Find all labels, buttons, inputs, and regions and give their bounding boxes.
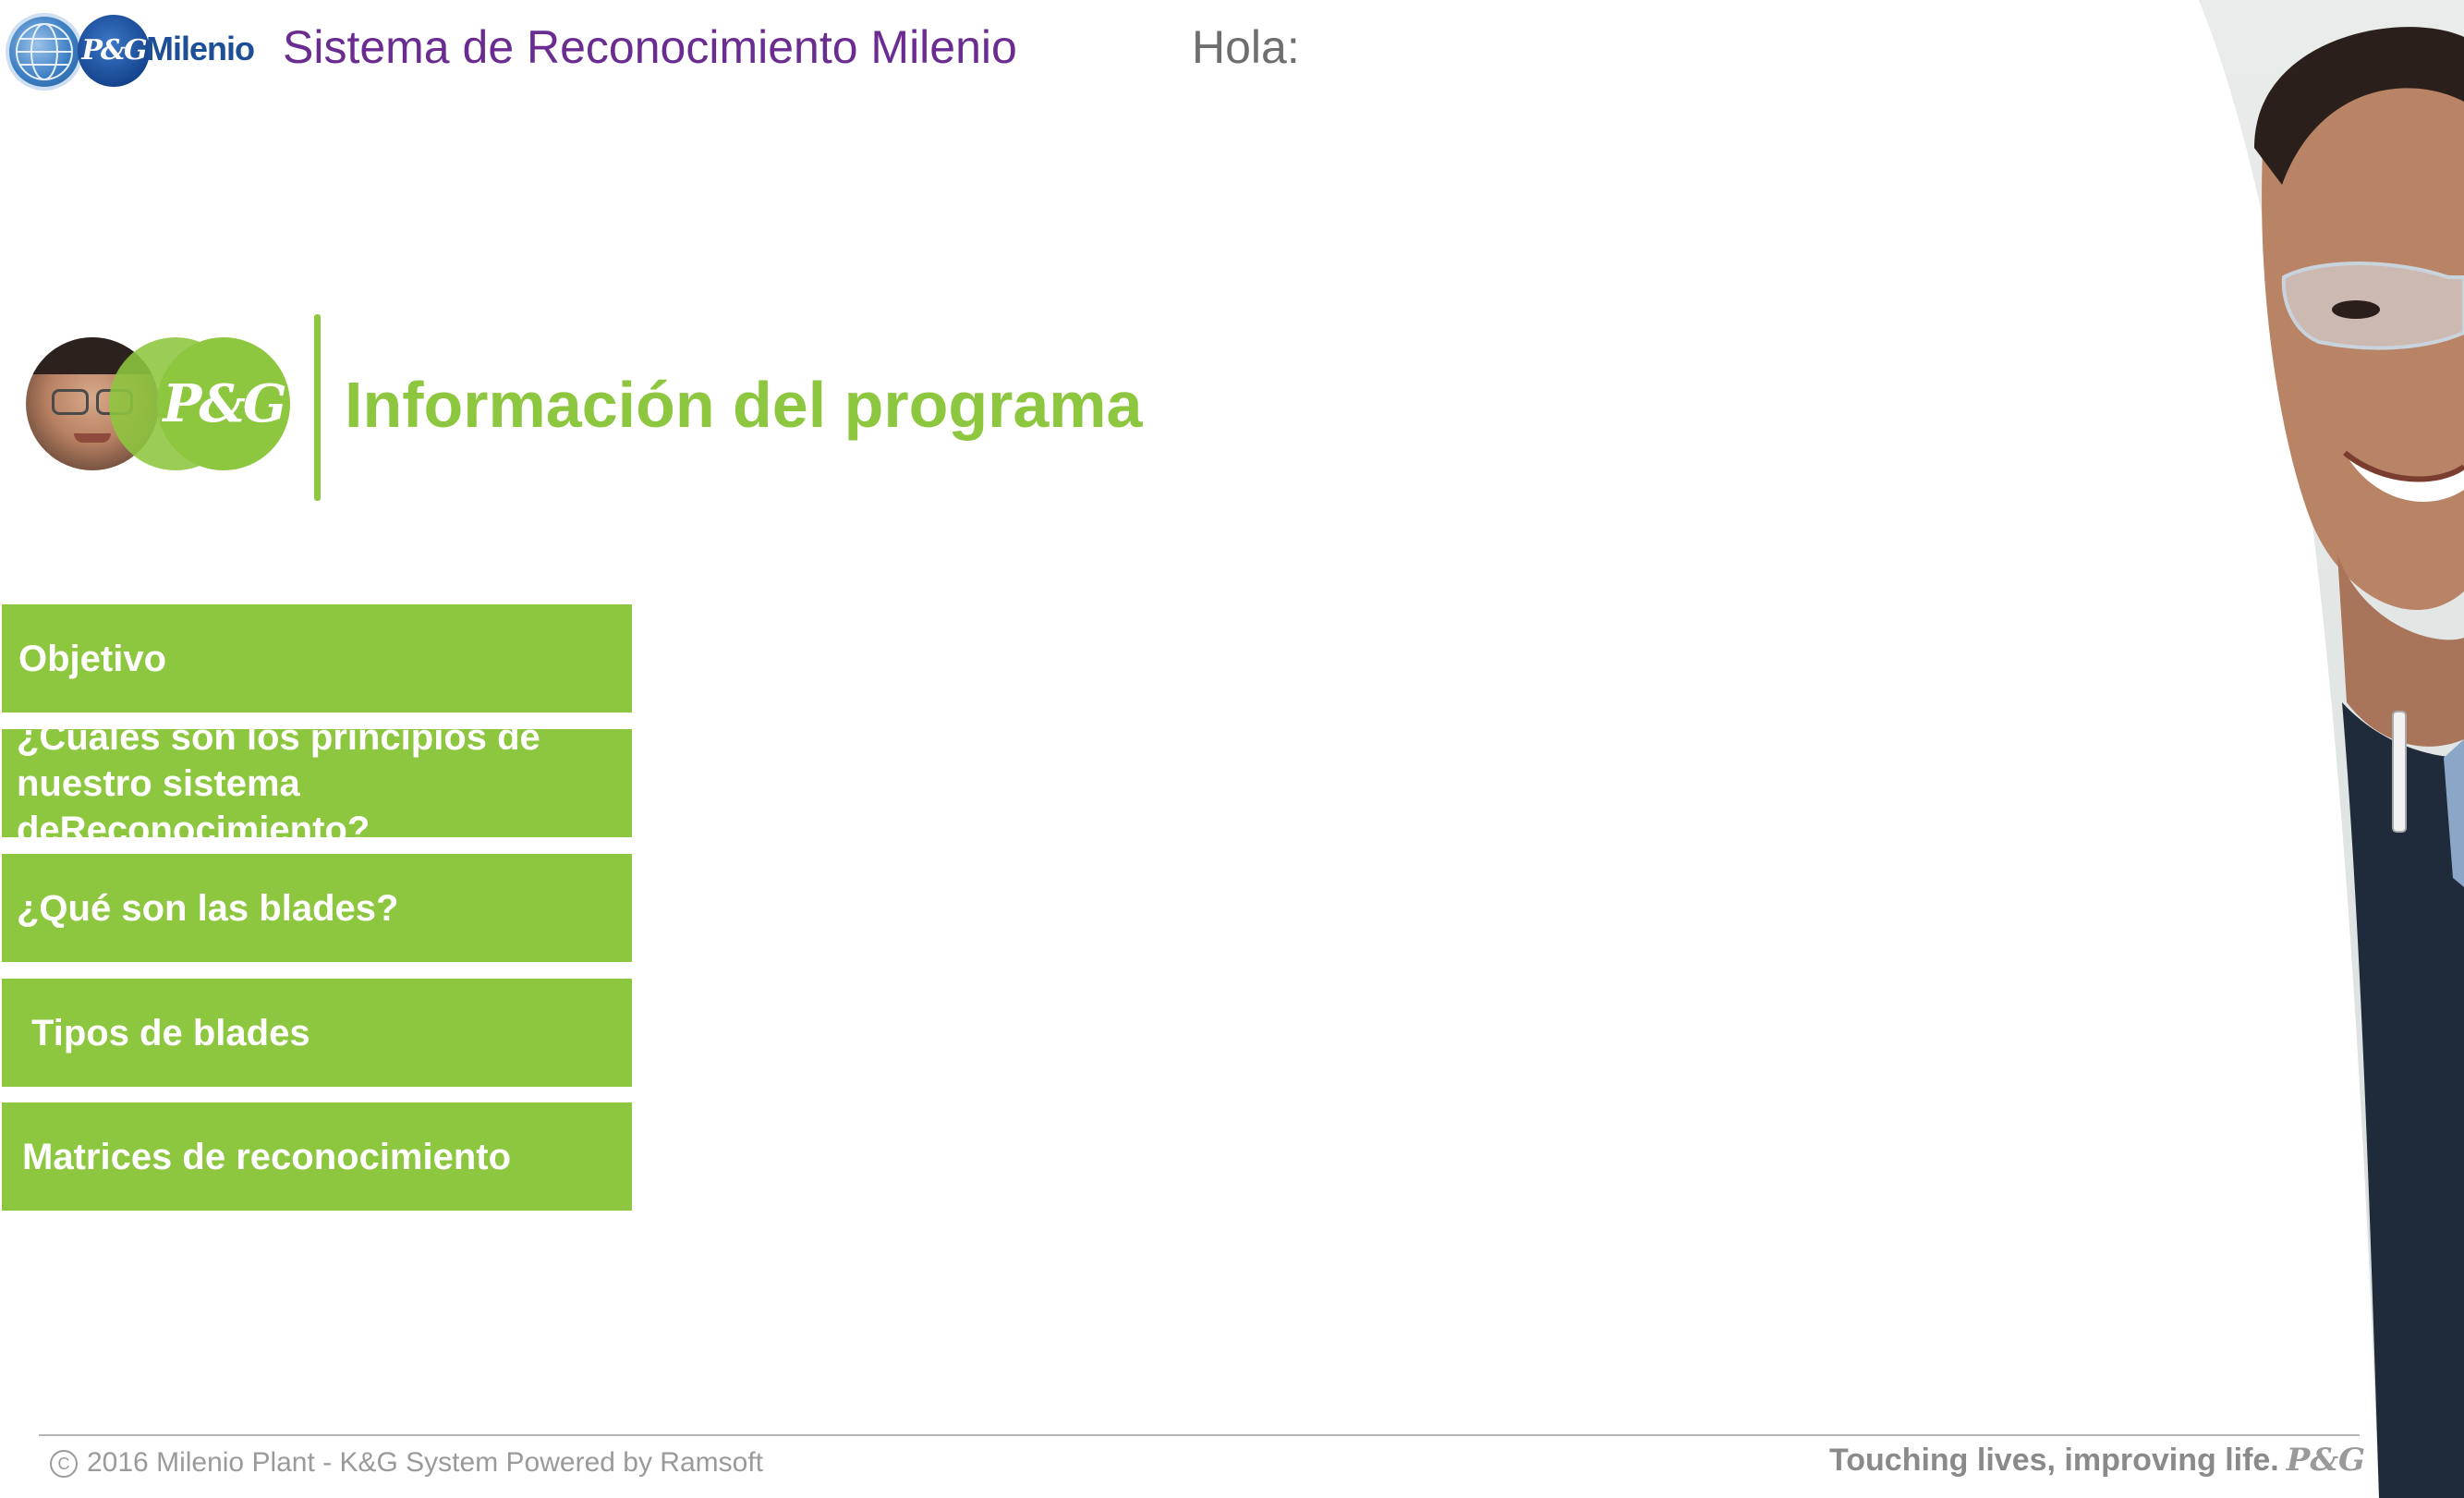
globe-icon <box>9 17 79 87</box>
copyright-text: 2016 Milenio Plant - K&G System Powered … <box>87 1447 763 1478</box>
menu-item-label: ¿Cuáles son los principios de nuestro si… <box>17 716 540 850</box>
tagline-text: Touching lives, improving life. <box>1829 1443 2279 1478</box>
menu-item-label: Objetivo <box>18 638 167 679</box>
pg-logo-circle: P&G <box>78 15 150 87</box>
menu-item-principios[interactable]: ¿Cuáles son los principios de nuestro si… <box>2 717 632 850</box>
footer-divider <box>39 1434 2360 1436</box>
menu-item-matrices[interactable]: Matrices de reconocimiento <box>2 1102 632 1211</box>
pg-milenio-logo[interactable]: P&G Milenio <box>9 13 261 87</box>
pg-badge: P&G <box>157 337 290 470</box>
section-divider <box>314 314 321 501</box>
app-title: Sistema de Reconocimiento Milenio <box>283 21 1017 73</box>
section-title: Información del programa <box>345 369 1143 441</box>
menu-item-que-son-blades[interactable]: ¿Qué son las blades? <box>2 854 632 962</box>
menu-item-tipos-blades[interactable]: Tipos de blades <box>2 979 632 1087</box>
milenio-wordmark: Milenio <box>146 30 255 67</box>
footer-copyright: C 2016 Milenio Plant - K&G System Powered… <box>50 1447 763 1479</box>
menu-item-objetivo[interactable]: Objetivo <box>2 604 632 712</box>
greeting-text: Hola: <box>1192 21 1300 73</box>
menu-item-label: Tipos de blades <box>31 1012 310 1053</box>
employee-photo <box>2180 0 2464 1498</box>
menu-item-label: Matrices de reconocimiento <box>22 1136 512 1177</box>
menu-item-label: ¿Qué son las blades? <box>17 887 399 929</box>
pg-footer-logo: P&G <box>2286 1442 2366 1479</box>
copyright-icon: C <box>50 1450 78 1479</box>
footer-tagline: Touching lives, improving life. P&G <box>1829 1442 2365 1479</box>
